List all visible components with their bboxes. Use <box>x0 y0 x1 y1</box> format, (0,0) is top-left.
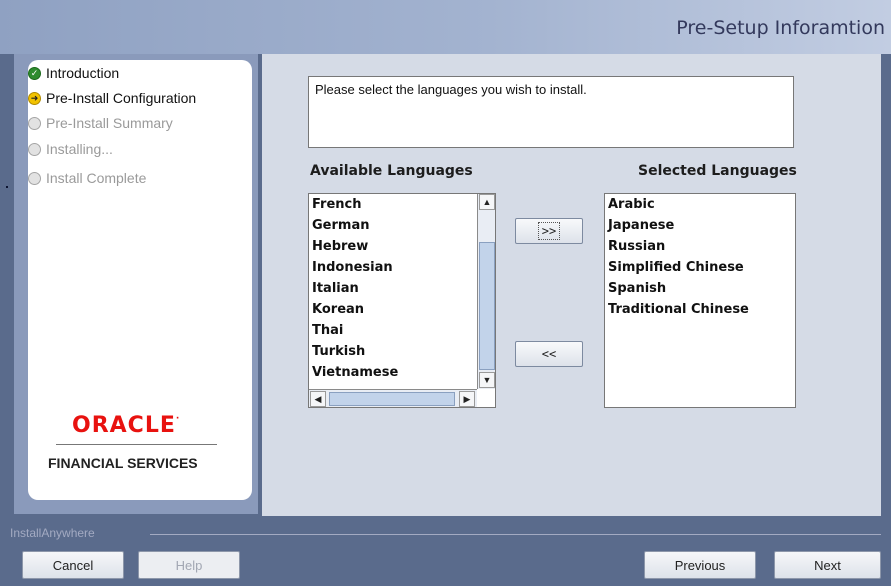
help-button[interactable]: Help <box>138 551 240 579</box>
empty-circle-icon <box>28 116 41 130</box>
list-item[interactable]: Simplified Chinese <box>605 257 795 278</box>
remove-button-label: << <box>541 347 557 361</box>
list-item[interactable]: Italian <box>309 278 477 299</box>
check-circle-icon: ✓ <box>28 66 41 80</box>
cancel-button[interactable]: Cancel <box>22 551 124 579</box>
oracle-wordmark: ORACLE <box>72 413 176 438</box>
cancel-button-label: Cancel <box>52 557 94 573</box>
scroll-down-icon[interactable]: ▼ <box>479 372 495 388</box>
steps-panel: ✓ Introduction ➜ Pre-Install Configurati… <box>28 60 252 500</box>
list-item[interactable]: Japanese <box>605 215 795 236</box>
list-item[interactable]: Traditional Chinese <box>605 299 795 320</box>
step-label: Pre-Install Summary <box>46 115 173 131</box>
available-languages-list[interactable]: French German Hebrew Indonesian Italian … <box>308 193 496 408</box>
list-item[interactable]: French <box>309 194 477 215</box>
step-label: Install Complete <box>46 170 147 186</box>
list-item[interactable]: Hebrew <box>309 236 477 257</box>
help-button-label: Help <box>175 557 203 573</box>
stray-mark <box>6 186 8 188</box>
scroll-up-icon[interactable]: ▲ <box>479 194 495 210</box>
step-label: Installing... <box>46 141 113 157</box>
list-item[interactable]: Thai <box>309 320 477 341</box>
add-button-label: >> <box>537 222 561 240</box>
list-item[interactable]: German <box>309 215 477 236</box>
list-item[interactable]: Korean <box>309 299 477 320</box>
step-label: Introduction <box>46 65 120 81</box>
step-introduction: ✓ Introduction <box>28 63 119 83</box>
list-item[interactable]: Russian <box>605 236 795 257</box>
remove-language-button[interactable]: << <box>515 341 583 367</box>
scroll-left-icon[interactable]: ◀ <box>310 391 326 407</box>
next-button-label: Next <box>814 557 841 573</box>
list-item[interactable]: Vietnamese <box>309 362 477 383</box>
list-item[interactable]: Arabic <box>605 194 795 215</box>
previous-button-label: Previous <box>674 557 726 573</box>
oracle-logo: ORACLE· <box>72 413 181 438</box>
logo-divider <box>56 444 217 445</box>
list-item[interactable]: Spanish <box>605 278 795 299</box>
scroll-thumb[interactable] <box>479 242 495 370</box>
step-install-complete: Install Complete <box>28 168 146 188</box>
horizontal-scrollbar[interactable]: ◀ ▶ <box>309 389 477 407</box>
footer-divider <box>150 534 881 535</box>
vertical-scrollbar[interactable]: ▲ ▼ <box>477 194 495 389</box>
selected-languages-list[interactable]: Arabic Japanese Russian Simplified Chine… <box>604 193 796 408</box>
available-list-viewport: French German Hebrew Indonesian Italian … <box>309 194 477 389</box>
financial-services-label: FINANCIAL SERVICES <box>48 455 198 471</box>
page-title: Pre-Setup Inforamtion <box>676 17 885 39</box>
header-bar: Pre-Setup Inforamtion <box>0 0 891 54</box>
add-language-button[interactable]: >> <box>515 218 583 244</box>
step-installing: Installing... <box>28 139 113 159</box>
description-text: Please select the languages you wish to … <box>315 82 587 97</box>
scroll-thumb[interactable] <box>329 392 455 406</box>
list-item[interactable]: Indonesian <box>309 257 477 278</box>
installanywhere-label: InstallAnywhere <box>10 526 95 540</box>
scroll-right-icon[interactable]: ▶ <box>459 391 475 407</box>
step-label: Pre-Install Configuration <box>46 90 197 106</box>
step-pre-install-configuration: ➜ Pre-Install Configuration <box>28 88 196 108</box>
available-languages-label: Available Languages <box>310 163 473 179</box>
empty-circle-icon <box>28 142 41 156</box>
previous-button[interactable]: Previous <box>644 551 756 579</box>
description-box: Please select the languages you wish to … <box>308 76 794 148</box>
selected-languages-label: Selected Languages <box>638 163 797 179</box>
next-button[interactable]: Next <box>774 551 881 579</box>
arrow-circle-icon: ➜ <box>28 91 41 105</box>
step-pre-install-summary: Pre-Install Summary <box>28 113 173 133</box>
empty-circle-icon <box>28 171 41 185</box>
list-item[interactable]: Turkish <box>309 341 477 362</box>
